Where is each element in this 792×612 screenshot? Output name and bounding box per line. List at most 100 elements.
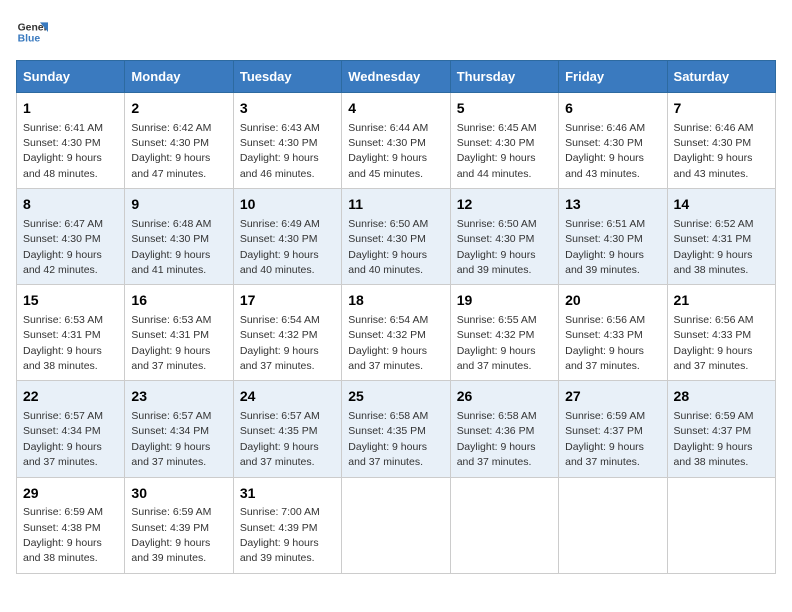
day-number: 26	[457, 387, 552, 407]
cell-info-line: and 45 minutes.	[348, 168, 423, 180]
cell-info-line: and 39 minutes.	[565, 264, 640, 276]
calendar-cell: 10Sunrise: 6:49 AMSunset: 4:30 PMDayligh…	[233, 189, 341, 285]
cell-info-line: Sunset: 4:30 PM	[674, 137, 752, 149]
cell-info-line: Daylight: 9 hours	[565, 345, 644, 357]
cell-info-line: Daylight: 9 hours	[674, 345, 753, 357]
cell-info-line: and 37 minutes.	[674, 360, 749, 372]
cell-info-line: Sunrise: 6:57 AM	[240, 410, 320, 422]
cell-info-line: Sunset: 4:35 PM	[348, 425, 426, 437]
cell-info-line: Sunset: 4:30 PM	[565, 233, 643, 245]
cell-info-line: Sunrise: 6:58 AM	[348, 410, 428, 422]
calendar-cell	[667, 477, 775, 573]
cell-info-line: Sunrise: 6:56 AM	[565, 314, 645, 326]
day-number: 30	[131, 484, 226, 504]
day-number: 5	[457, 99, 552, 119]
cell-info-line: Daylight: 9 hours	[23, 537, 102, 549]
calendar-cell: 24 Sunrise: 6:57 AM Sunset: 4:35 PM Dayligh…	[233, 381, 341, 477]
cell-info-line: and 37 minutes.	[240, 456, 315, 468]
cell-info-line: Sunset: 4:37 PM	[674, 425, 752, 437]
cell-info-line: and 47 minutes.	[131, 168, 206, 180]
cell-info-line: and 37 minutes.	[565, 360, 640, 372]
cell-info-line: Daylight: 9 hours	[23, 441, 102, 453]
header-cell-thursday: Thursday	[450, 61, 558, 93]
cell-info-line: and 38 minutes.	[674, 264, 749, 276]
week-row-5: 29Sunrise: 6:59 AMSunset: 4:38 PMDayligh…	[17, 477, 776, 573]
calendar-cell: 5Sunrise: 6:45 AMSunset: 4:30 PMDaylight…	[450, 93, 558, 189]
cell-info-line: Sunset: 4:33 PM	[565, 329, 643, 341]
cell-info-line: Daylight: 9 hours	[348, 249, 427, 261]
cell-info-line: and 43 minutes.	[674, 168, 749, 180]
cell-info-line: and 40 minutes.	[348, 264, 423, 276]
cell-info-line: Daylight: 9 hours	[240, 441, 319, 453]
cell-info-line: Sunrise: 6:48 AM	[131, 218, 211, 230]
day-number: 14	[674, 195, 769, 215]
calendar-cell: 11Sunrise: 6:50 AMSunset: 4:30 PMDayligh…	[342, 189, 450, 285]
cell-info-line: Sunset: 4:30 PM	[131, 233, 209, 245]
header-cell-monday: Monday	[125, 61, 233, 93]
week-row-1: 1 Sunrise: 6:41 AM Sunset: 4:30 PM Daylight…	[17, 93, 776, 189]
cell-info-line: Daylight: 9 hours	[240, 249, 319, 261]
cell-info-line: Sunset: 4:34 PM	[131, 425, 209, 437]
cell-info-line: Sunset: 4:31 PM	[131, 329, 209, 341]
cell-info-line: Sunset: 4:31 PM	[23, 329, 101, 341]
cell-info-line: Daylight: 9 hours	[457, 249, 536, 261]
day-number: 7	[674, 99, 769, 119]
cell-info-line: and 48 minutes.	[23, 168, 98, 180]
cell-info-line: Daylight: 9 hours	[131, 537, 210, 549]
calendar-cell: 13Sunrise: 6:51 AMSunset: 4:30 PMDayligh…	[559, 189, 667, 285]
cell-info-line: Sunrise: 6:59 AM	[131, 506, 211, 518]
calendar-cell: 6Sunrise: 6:46 AMSunset: 4:30 PMDaylight…	[559, 93, 667, 189]
cell-info-line: and 39 minutes.	[457, 264, 532, 276]
calendar-cell: 30Sunrise: 6:59 AMSunset: 4:39 PMDayligh…	[125, 477, 233, 573]
cell-info-line: Sunrise: 6:41 AM	[23, 122, 103, 134]
cell-info-line: Daylight: 9 hours	[565, 249, 644, 261]
cell-info-line: Daylight: 9 hours	[348, 441, 427, 453]
day-number: 24	[240, 387, 335, 407]
day-number: 22	[23, 387, 118, 407]
cell-info-line: Sunset: 4:32 PM	[240, 329, 318, 341]
cell-info-line: Sunrise: 6:42 AM	[131, 122, 211, 134]
cell-info-line: Sunset: 4:30 PM	[348, 233, 426, 245]
cell-info-line: and 41 minutes.	[131, 264, 206, 276]
cell-info-line: Daylight: 9 hours	[348, 345, 427, 357]
day-number: 10	[240, 195, 335, 215]
day-number: 1	[23, 99, 118, 119]
cell-info-line: and 40 minutes.	[240, 264, 315, 276]
cell-info-line: Sunset: 4:37 PM	[565, 425, 643, 437]
cell-info-line: Sunset: 4:30 PM	[348, 137, 426, 149]
calendar-cell: 7Sunrise: 6:46 AMSunset: 4:30 PMDaylight…	[667, 93, 775, 189]
cell-info-line: Sunrise: 6:46 AM	[565, 122, 645, 134]
cell-info-line: Sunset: 4:30 PM	[240, 137, 318, 149]
calendar-cell: 16Sunrise: 6:53 AMSunset: 4:31 PMDayligh…	[125, 285, 233, 381]
calendar-cell: 14Sunrise: 6:52 AMSunset: 4:31 PMDayligh…	[667, 189, 775, 285]
cell-info-line: Sunset: 4:32 PM	[457, 329, 535, 341]
cell-info-line: Sunset: 4:39 PM	[240, 522, 318, 534]
calendar-cell: 21Sunrise: 6:56 AMSunset: 4:33 PMDayligh…	[667, 285, 775, 381]
day-number: 9	[131, 195, 226, 215]
cell-info-line: Sunrise: 6:57 AM	[131, 410, 211, 422]
calendar-cell: 20Sunrise: 6:56 AMSunset: 4:33 PMDayligh…	[559, 285, 667, 381]
cell-info-line: Sunset: 4:30 PM	[240, 233, 318, 245]
cell-info-line: Sunrise: 6:46 AM	[674, 122, 754, 134]
day-number: 18	[348, 291, 443, 311]
cell-info-line: Sunset: 4:38 PM	[23, 522, 101, 534]
calendar-cell: 15Sunrise: 6:53 AMSunset: 4:31 PMDayligh…	[17, 285, 125, 381]
cell-info-line: and 37 minutes.	[457, 360, 532, 372]
calendar-table: SundayMondayTuesdayWednesdayThursdayFrid…	[16, 60, 776, 574]
logo-icon: General Blue	[16, 16, 48, 48]
calendar-cell: 19Sunrise: 6:55 AMSunset: 4:32 PMDayligh…	[450, 285, 558, 381]
cell-info-line: Daylight: 9 hours	[131, 249, 210, 261]
cell-info-line: Sunrise: 6:50 AM	[457, 218, 537, 230]
cell-info-line: Sunset: 4:33 PM	[674, 329, 752, 341]
cell-info-line: Daylight: 9 hours	[674, 441, 753, 453]
cell-info-line: Sunrise: 6:59 AM	[23, 506, 103, 518]
cell-info-line: Sunrise: 6:51 AM	[565, 218, 645, 230]
cell-info-line: Daylight: 9 hours	[457, 441, 536, 453]
cell-info-line: Sunset: 4:35 PM	[240, 425, 318, 437]
day-number: 11	[348, 195, 443, 215]
header-cell-saturday: Saturday	[667, 61, 775, 93]
calendar-cell: 18Sunrise: 6:54 AMSunset: 4:32 PMDayligh…	[342, 285, 450, 381]
calendar-cell: 25Sunrise: 6:58 AMSunset: 4:35 PMDayligh…	[342, 381, 450, 477]
cell-info-line: Daylight: 9 hours	[565, 152, 644, 164]
day-number: 28	[674, 387, 769, 407]
